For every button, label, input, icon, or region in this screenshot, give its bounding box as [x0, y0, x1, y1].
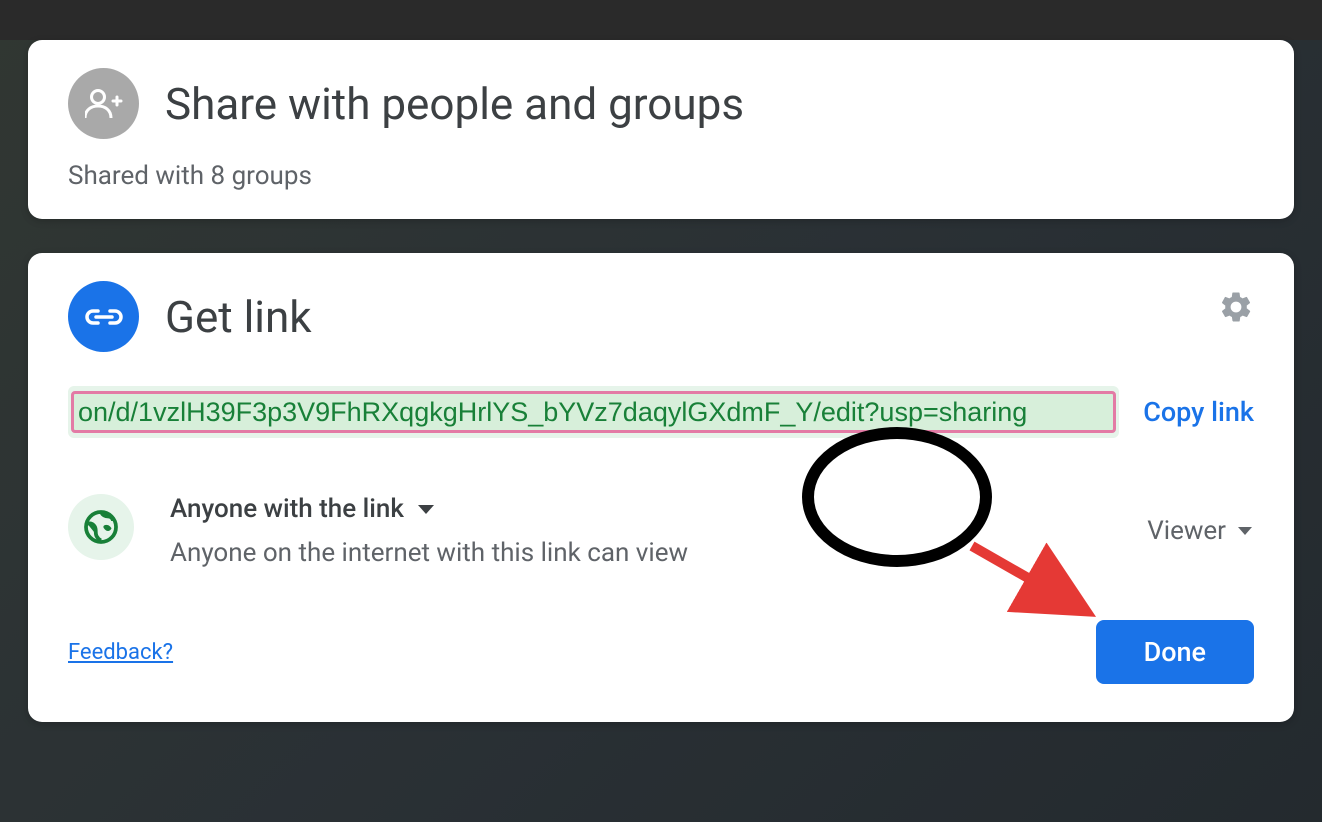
link-url-box: on/d/1vzlH39F3p3V9FhRXqgkgHrlYS_bYVz7daq… — [68, 386, 1119, 438]
link-url-row: on/d/1vzlH39F3p3V9FhRXqgkgHrlYS_bYVz7daq… — [68, 386, 1254, 438]
share-people-card: Share with people and groups Shared with… — [28, 40, 1294, 219]
gear-icon — [1218, 289, 1254, 325]
get-link-card: Get link on/d/1vzlH39F3p3V9FhRXqgkgHrlYS… — [28, 253, 1294, 722]
link-settings-button[interactable] — [1218, 289, 1254, 329]
chevron-down-icon — [418, 505, 434, 514]
role-dropdown[interactable]: Viewer — [1147, 516, 1252, 546]
share-header-row: Share with people and groups — [68, 68, 1254, 139]
shared-with-text: Shared with 8 groups — [68, 161, 1254, 191]
globe-icon — [68, 494, 134, 560]
access-row: Anyone with the link Anyone on the inter… — [68, 494, 1254, 568]
access-text-block: Anyone with the link Anyone on the inter… — [170, 494, 1111, 568]
done-button[interactable]: Done — [1096, 620, 1254, 684]
get-link-title: Get link — [165, 291, 312, 343]
footer-row: Feedback? Done — [68, 620, 1254, 684]
link-icon — [68, 281, 139, 352]
scope-description: Anyone on the internet with this link ca… — [170, 538, 1111, 568]
copy-link-button[interactable]: Copy link — [1143, 396, 1254, 428]
share-title: Share with people and groups — [165, 78, 744, 130]
chevron-down-icon — [1238, 527, 1252, 535]
link-url-input[interactable]: on/d/1vzlH39F3p3V9FhRXqgkgHrlYS_bYVz7daq… — [71, 391, 1116, 433]
scope-label: Anyone with the link — [170, 494, 404, 524]
feedback-link[interactable]: Feedback? — [68, 640, 173, 665]
link-header-row: Get link — [68, 281, 1254, 352]
scope-dropdown[interactable]: Anyone with the link — [170, 494, 1111, 524]
role-label: Viewer — [1147, 516, 1226, 546]
person-add-icon — [68, 68, 139, 139]
